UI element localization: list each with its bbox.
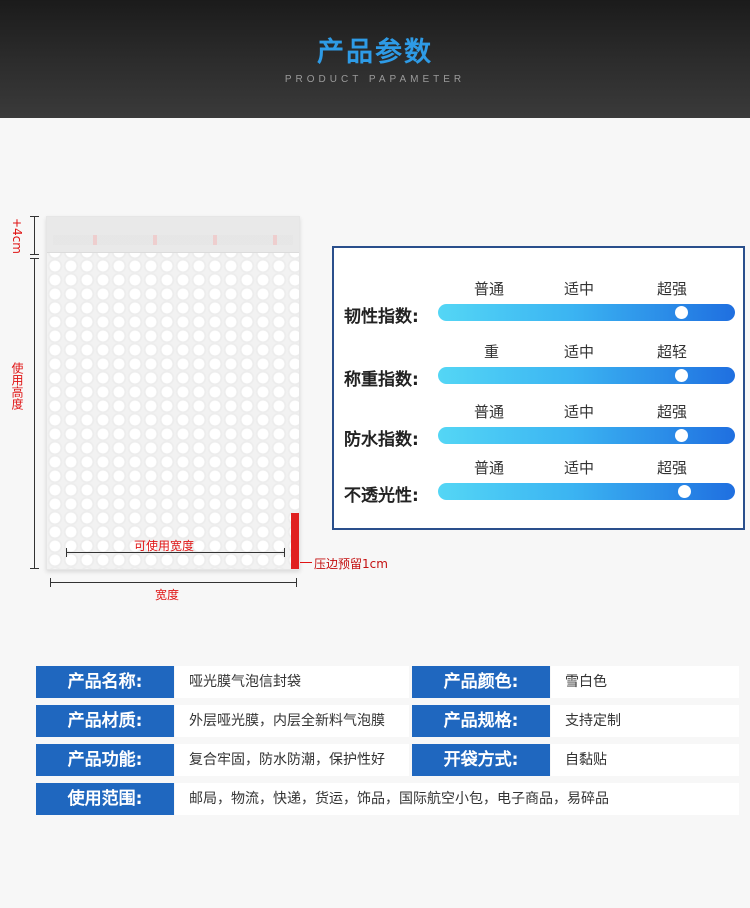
spec-usage-label: 使用范围:	[36, 783, 174, 815]
adhesive-strip	[53, 235, 293, 245]
spec-color-value: 雪白色	[551, 666, 739, 698]
level-low: 重	[484, 343, 500, 361]
index-label: 不透光性:	[344, 486, 419, 506]
seal-leader-line	[300, 562, 312, 563]
level-mid: 适中	[564, 403, 595, 421]
page-title: 产品参数	[317, 37, 433, 68]
spec-name-value: 哑光膜气泡信封袋	[175, 666, 409, 698]
spec-size-label: 产品规格:	[412, 705, 550, 737]
level-high: 超轻	[657, 343, 688, 361]
spec-color-label: 产品颜色:	[412, 666, 550, 698]
spec-function-value: 复合牢固，防水防潮，保护性好	[175, 744, 409, 776]
level-low: 普通	[474, 280, 505, 298]
spec-opening-value: 自黏贴	[551, 744, 739, 776]
spec-material-value: 外层哑光膜，内层全新料气泡膜	[175, 705, 409, 737]
level-mid: 适中	[564, 280, 595, 298]
index-knob	[675, 369, 689, 382]
index-label: 防水指数:	[344, 430, 419, 450]
index-label: 韧性指数:	[344, 307, 419, 327]
index-knob	[678, 485, 691, 498]
spec-usage-value: 邮局，物流，快递，货运，饰品，国际航空小包，电子商品，易碎品	[175, 783, 739, 815]
spec-name-label: 产品名称:	[36, 666, 174, 698]
index-bar	[438, 367, 735, 384]
usable-width-right-tick	[284, 548, 285, 557]
height-dim-bottom-tick	[30, 568, 39, 569]
level-low: 普通	[474, 403, 505, 421]
index-knob	[675, 306, 689, 319]
spec-size-value: 支持定制	[551, 705, 739, 737]
level-high: 超强	[657, 280, 688, 298]
index-knob	[675, 429, 689, 442]
width-label: 宽度	[155, 588, 180, 602]
flap-dim-line	[34, 216, 35, 254]
level-low: 普通	[474, 459, 505, 477]
level-high: 超强	[657, 403, 688, 421]
height-dim-label: 使用高度	[10, 362, 24, 410]
index-bar	[438, 427, 735, 444]
flap-dim-label: +4cm	[10, 218, 24, 254]
index-bar	[438, 483, 735, 500]
index-panel: 普通 适中 超强 韧性指数: 重 适中 超轻 称重指数: 普通 适中 超强 防水…	[332, 246, 745, 530]
level-high: 超强	[657, 459, 688, 477]
usable-width-line	[66, 552, 284, 553]
spec-function-label: 产品功能:	[36, 744, 174, 776]
spec-material-label: 产品材质:	[36, 705, 174, 737]
header-banner: 产品参数 PRODUCT PAPAMETER	[0, 0, 750, 118]
flap-dim-bottom-tick	[30, 254, 39, 255]
height-dim-line	[34, 258, 35, 568]
level-mid: 适中	[564, 343, 595, 361]
width-dim-line	[50, 582, 296, 583]
product-parameter-page: 产品参数 PRODUCT PAPAMETER +4cm 使用高度 可使用宽度 压…	[0, 0, 750, 908]
envelope-image	[46, 216, 300, 570]
page-subtitle: PRODUCT PAPAMETER	[284, 74, 466, 85]
index-label: 称重指数:	[344, 370, 419, 390]
seal-margin-mark	[291, 513, 299, 569]
spec-opening-label: 开袋方式:	[412, 744, 550, 776]
seal-margin-label: 压边预留1cm	[314, 557, 388, 571]
level-mid: 适中	[564, 459, 595, 477]
width-right-tick	[296, 578, 297, 587]
index-bar	[438, 304, 735, 321]
